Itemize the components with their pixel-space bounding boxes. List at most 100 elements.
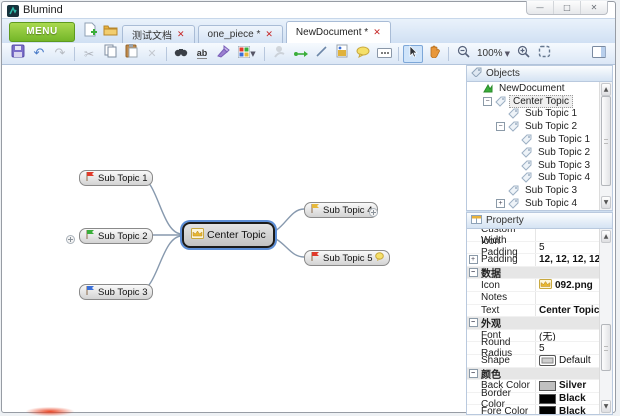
menu-button[interactable]: MENU bbox=[9, 22, 75, 42]
property-category-row[interactable]: −颜色 bbox=[467, 368, 612, 381]
pan-tool-button[interactable] bbox=[424, 45, 444, 63]
zoom-level-dropdown[interactable]: 100% ▼ bbox=[474, 48, 513, 59]
collapse-box-icon[interactable]: − bbox=[483, 97, 492, 106]
map-node-center-topic[interactable]: Center Topic bbox=[182, 222, 275, 248]
tree-item[interactable]: + Sub Topic 4 bbox=[467, 197, 612, 210]
comment-button[interactable] bbox=[353, 45, 373, 63]
insert-topic-button[interactable] bbox=[269, 45, 289, 63]
property-scrollbar[interactable]: ▲ ▼ bbox=[599, 229, 612, 414]
property-margin: − bbox=[467, 317, 479, 329]
scrollbar-thumb[interactable] bbox=[601, 324, 611, 371]
new-document-button[interactable] bbox=[82, 24, 98, 40]
objects-scrollbar[interactable]: ▲ ▼ bbox=[599, 82, 612, 210]
flag-green-icon bbox=[85, 229, 95, 243]
paste-button[interactable] bbox=[121, 45, 141, 63]
open-document-button[interactable] bbox=[102, 24, 118, 40]
property-category-label: 外观 bbox=[479, 317, 501, 329]
property-panel-title: Property bbox=[486, 215, 524, 226]
tree-item[interactable]: −Center Topic bbox=[467, 95, 612, 108]
property-row[interactable]: Border ColorBlack bbox=[467, 393, 612, 406]
tab-close-icon[interactable]: ✕ bbox=[177, 30, 185, 40]
format-brush-button[interactable] bbox=[213, 45, 233, 63]
save-button[interactable] bbox=[8, 45, 28, 63]
maximize-button[interactable]: □ bbox=[553, 1, 580, 14]
property-value-text: 5 bbox=[539, 242, 545, 253]
collapse-toggle-icon[interactable] bbox=[66, 231, 75, 240]
tree-item-label: Sub Topic 2 bbox=[522, 121, 580, 132]
tab-close-icon[interactable]: ✕ bbox=[373, 28, 381, 38]
insert-image-button[interactable] bbox=[332, 45, 352, 63]
scroll-down-icon[interactable]: ▼ bbox=[601, 196, 611, 209]
scroll-up-icon[interactable]: ▲ bbox=[601, 83, 611, 96]
delete-button[interactable]: ✕ bbox=[142, 45, 162, 63]
collapse-box-icon[interactable]: − bbox=[469, 369, 478, 378]
property-value-text: 092.png bbox=[555, 280, 593, 291]
collapse-box-icon[interactable]: − bbox=[496, 122, 505, 131]
color-palette-button[interactable]: ▼ bbox=[234, 45, 260, 63]
property-margin bbox=[467, 229, 479, 241]
map-node-sub-topic-5[interactable]: Sub Topic 5 bbox=[304, 250, 390, 266]
property-row[interactable]: Notes bbox=[467, 292, 612, 305]
property-category-row[interactable]: −外观 bbox=[467, 317, 612, 330]
collapse-box-icon[interactable]: − bbox=[469, 318, 478, 327]
copy-button[interactable] bbox=[100, 45, 120, 63]
scrollbar-thumb[interactable] bbox=[601, 96, 611, 186]
property-icon bbox=[471, 214, 482, 227]
rename-icon: ab bbox=[197, 48, 208, 59]
collapse-toggle-icon[interactable] bbox=[369, 204, 378, 213]
zoom-out-button[interactable] bbox=[453, 45, 473, 63]
property-row[interactable]: Round Radius5 bbox=[467, 342, 612, 355]
property-category-row[interactable]: −数据 bbox=[467, 267, 612, 280]
redo-button[interactable]: ↷ bbox=[50, 45, 70, 63]
tree-item[interactable]: Sub Topic 2 bbox=[467, 146, 612, 159]
tree-item[interactable]: Sub Topic 1 bbox=[467, 108, 612, 121]
tree-item[interactable]: − Sub Topic 2 bbox=[467, 120, 612, 133]
tab-doc-2[interactable]: one_piece * ✕ bbox=[198, 25, 283, 43]
minimize-button[interactable]: — bbox=[527, 1, 553, 14]
tree-item[interactable]: Sub Topic 5 bbox=[467, 210, 612, 211]
property-row[interactable]: Icon092.png bbox=[467, 279, 612, 292]
property-row[interactable]: Fore ColorBlack bbox=[467, 405, 612, 415]
cut-button[interactable]: ✂ bbox=[79, 45, 99, 63]
tab-doc-3-active[interactable]: NewDocument * ✕ bbox=[286, 21, 391, 43]
property-value-text: Center Topic bbox=[539, 305, 599, 316]
tree-item[interactable]: Sub Topic 1 bbox=[467, 133, 612, 146]
toolbar-separator bbox=[74, 47, 75, 61]
textbox-button[interactable] bbox=[374, 45, 394, 63]
scroll-up-icon[interactable]: ▲ bbox=[601, 230, 611, 243]
expand-box-icon[interactable]: + bbox=[469, 255, 478, 264]
map-node-sub-topic-1[interactable]: Sub Topic 1 bbox=[79, 170, 153, 186]
rename-button[interactable]: ab bbox=[192, 45, 212, 63]
map-node-sub-topic-4[interactable]: Sub Topic 4 bbox=[304, 202, 378, 218]
property-row[interactable]: Icon Padding5 bbox=[467, 242, 612, 255]
property-panel-header[interactable]: Property bbox=[466, 212, 613, 229]
undo-button[interactable]: ↶ bbox=[29, 45, 49, 63]
tree-item[interactable]: Sub Topic 3 bbox=[467, 184, 612, 197]
select-tool-button[interactable] bbox=[403, 45, 423, 63]
tree-item[interactable]: Sub Topic 3 bbox=[467, 159, 612, 172]
property-name: Notes bbox=[479, 292, 536, 304]
fit-view-button[interactable] bbox=[535, 45, 555, 63]
tree-item[interactable]: NewDocument bbox=[467, 82, 612, 95]
tab-close-icon[interactable]: ✕ bbox=[265, 30, 273, 40]
map-node-sub-topic-2[interactable]: Sub Topic 2 bbox=[79, 228, 153, 244]
comment-bubble-icon bbox=[356, 45, 370, 63]
scroll-down-icon[interactable]: ▼ bbox=[601, 400, 611, 413]
tree-item[interactable]: Sub Topic 4 bbox=[467, 172, 612, 185]
find-button[interactable] bbox=[171, 45, 191, 63]
zoom-in-button[interactable] bbox=[514, 45, 534, 63]
map-node-sub-topic-3[interactable]: Sub Topic 3 bbox=[79, 284, 153, 300]
connector-button[interactable] bbox=[290, 45, 310, 63]
map-canvas[interactable]: Sub Topic 1 Sub Topic 2 Sub Topic 3 Cent… bbox=[5, 65, 464, 410]
tab-doc-1[interactable]: 测试文档 ✕ bbox=[122, 25, 195, 43]
save-icon bbox=[11, 44, 25, 63]
collapse-box-icon[interactable]: − bbox=[469, 268, 478, 277]
objects-panel-header[interactable]: Objects bbox=[466, 65, 613, 82]
close-button[interactable]: ✕ bbox=[580, 1, 607, 14]
panel-toggle-button[interactable] bbox=[589, 45, 609, 63]
title-bar[interactable]: Blumind — □ ✕ bbox=[2, 2, 615, 18]
tree-item-label: Sub Topic 4 bbox=[522, 198, 580, 209]
tab-bar: MENU 测试文档 ✕ one_piece * ✕ NewDoc bbox=[2, 18, 615, 44]
line-button[interactable] bbox=[311, 45, 331, 63]
expand-box-icon[interactable]: + bbox=[496, 199, 505, 208]
